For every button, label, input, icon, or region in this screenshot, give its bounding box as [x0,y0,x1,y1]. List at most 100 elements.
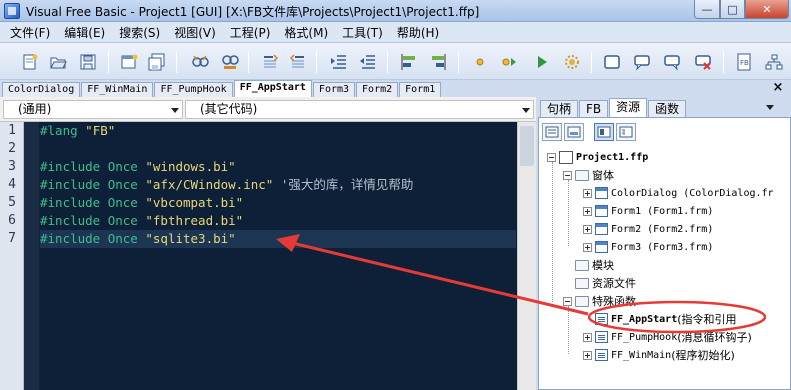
view-list-icon[interactable] [616,123,636,141]
expand-icon[interactable] [583,206,592,216]
code-line[interactable]: #include Once "vbcompat.bi" [40,194,516,212]
run-icon[interactable] [532,52,552,72]
collapse-icon[interactable] [563,170,572,180]
chevron-down-icon[interactable] [766,105,774,110]
collapse-icon[interactable] [563,296,572,306]
tree-folder-modules[interactable]: 模块 [575,257,614,273]
tree-item-ff-pumphook[interactable]: FF_PumpHook (消息循环钩子) [583,329,752,345]
new-file-icon[interactable] [20,52,40,72]
tab-fb[interactable]: FB [579,100,609,117]
menu-help[interactable]: 帮助(H) [390,24,446,41]
view-detail-icon[interactable] [564,123,584,141]
tab-resources[interactable]: 资源 [609,98,648,117]
tree-item-form2[interactable]: Form2 (Form2.frm) [583,221,713,237]
procedure-select[interactable]: (其它代码) [185,100,534,119]
code-line[interactable]: #include Once "windows.bi" [40,158,516,176]
align-right-icon[interactable] [428,52,448,72]
tab-form2[interactable]: Form2 [356,82,399,97]
code-line-current[interactable]: #include Once "sqlite3.bi" [40,230,516,248]
expand-icon[interactable] [583,332,592,342]
new-form-icon[interactable] [119,52,139,72]
tab-handles[interactable]: 句柄 [540,100,579,117]
minimize-button[interactable]: — [694,0,720,19]
tab-functions[interactable]: 函数 [648,100,687,117]
expand-icon[interactable] [583,188,592,198]
scrollbar-thumb[interactable] [520,126,534,166]
scope-select[interactable]: (通用) [3,100,183,119]
tree-item-colordialog[interactable]: ColorDialog (ColorDialog.fr [583,185,774,201]
svg-text:FB: FB [740,59,749,67]
form-icon [595,205,608,217]
form-icon [595,187,608,199]
tab-ff-appstart[interactable]: FF_AppStart [233,80,312,97]
tab-form1[interactable]: Form1 [399,82,442,97]
tab-colordialog[interactable]: ColorDialog [2,82,81,97]
comment-icon[interactable] [260,52,280,72]
panel-close-button[interactable]: × [770,80,786,96]
code-line[interactable]: #lang "FB" [40,122,516,140]
menu-format[interactable]: 格式(M) [277,24,335,41]
fb-book-icon[interactable]: FB [734,52,754,72]
chat-left-icon[interactable] [632,52,652,72]
outdent-icon[interactable] [358,52,378,72]
form-icon [595,223,608,235]
code-line[interactable]: #include Once "fbthread.bi" [40,212,516,230]
folder-icon [575,277,589,289]
tree-project[interactable]: Project1.ffp [547,149,648,165]
tab-ff-winmain[interactable]: FF_WinMain [81,82,154,97]
save-icon[interactable] [78,52,98,72]
align-left-icon[interactable] [399,52,419,72]
uncomment-icon[interactable] [288,52,308,72]
tree-item-form1[interactable]: Form1 (Form1.frm) [583,203,713,219]
find-icon[interactable] [190,52,210,72]
line-number-gutter: 1 2 3 4 5 6 7 [0,122,24,390]
editor-vertical-scrollbar[interactable] [517,122,536,390]
view-tree-icon[interactable] [594,123,614,141]
chat-right-icon[interactable] [662,52,682,72]
code-line[interactable] [40,140,516,158]
menu-tools[interactable]: 工具(T) [335,24,390,41]
view-icons-icon[interactable] [542,123,562,141]
tree-folder-forms[interactable]: 窗体 [563,167,614,183]
code-editor[interactable]: 1 2 3 4 5 6 7 #lang "FB" #include Once "… [0,122,536,390]
fold-margin [24,122,39,390]
replace-icon[interactable] [220,52,240,72]
line-number: 3 [8,159,16,174]
project-tree-icon[interactable] [764,52,784,72]
tree-item-ff-appstart[interactable]: FF_AppStart (指令和引用 [583,311,737,327]
procedure-select-value: (其它代码) [200,102,258,116]
close-button[interactable]: ✕ [745,0,789,19]
close-window-icon[interactable] [693,52,713,72]
tree-folder-resources[interactable]: 资源文件 [575,275,636,291]
menu-file[interactable]: 文件(F) [3,24,57,41]
tree-item-ff-winmain[interactable]: FF_WinMain (程序初始化) [583,347,735,363]
collapse-icon[interactable] [547,152,556,162]
open-folder-icon[interactable] [48,52,68,72]
window-icon[interactable] [602,52,622,72]
form-icon [595,241,608,253]
stop-icon[interactable] [470,52,490,72]
line-number: 2 [8,141,16,156]
settings-icon[interactable] [562,52,582,72]
step-run-icon[interactable] [499,52,519,72]
menu-view[interactable]: 视图(V) [167,24,223,41]
expand-icon[interactable] [583,350,592,360]
line-number: 4 [8,177,16,192]
editor-combo-bar: (通用) (其它代码) [0,97,536,122]
tree-item-form3[interactable]: Form3 (Form3.frm) [583,239,713,255]
code-file-icon [595,349,608,361]
menu-bar: 文件(F) 编辑(E) 搜索(S) 视图(V) 工程(P) 格式(M) 工具(T… [0,22,791,42]
maximize-button[interactable]: □ [720,0,745,19]
menu-edit[interactable]: 编辑(E) [57,24,112,41]
save-all-icon[interactable] [147,52,167,72]
tab-form3[interactable]: Form3 [312,82,356,97]
line-number: 6 [8,213,16,228]
expand-icon[interactable] [583,242,592,252]
menu-search[interactable]: 搜索(S) [112,24,167,41]
tab-ff-pumphook[interactable]: FF_PumpHook [154,82,233,97]
code-line[interactable]: #include Once "afx/CWindow.inc" '强大的库，详情… [40,176,516,194]
menu-project[interactable]: 工程(P) [223,24,278,41]
indent-icon[interactable] [329,52,349,72]
tree-folder-special[interactable]: 特殊函数 [563,293,636,309]
expand-icon[interactable] [583,224,592,234]
